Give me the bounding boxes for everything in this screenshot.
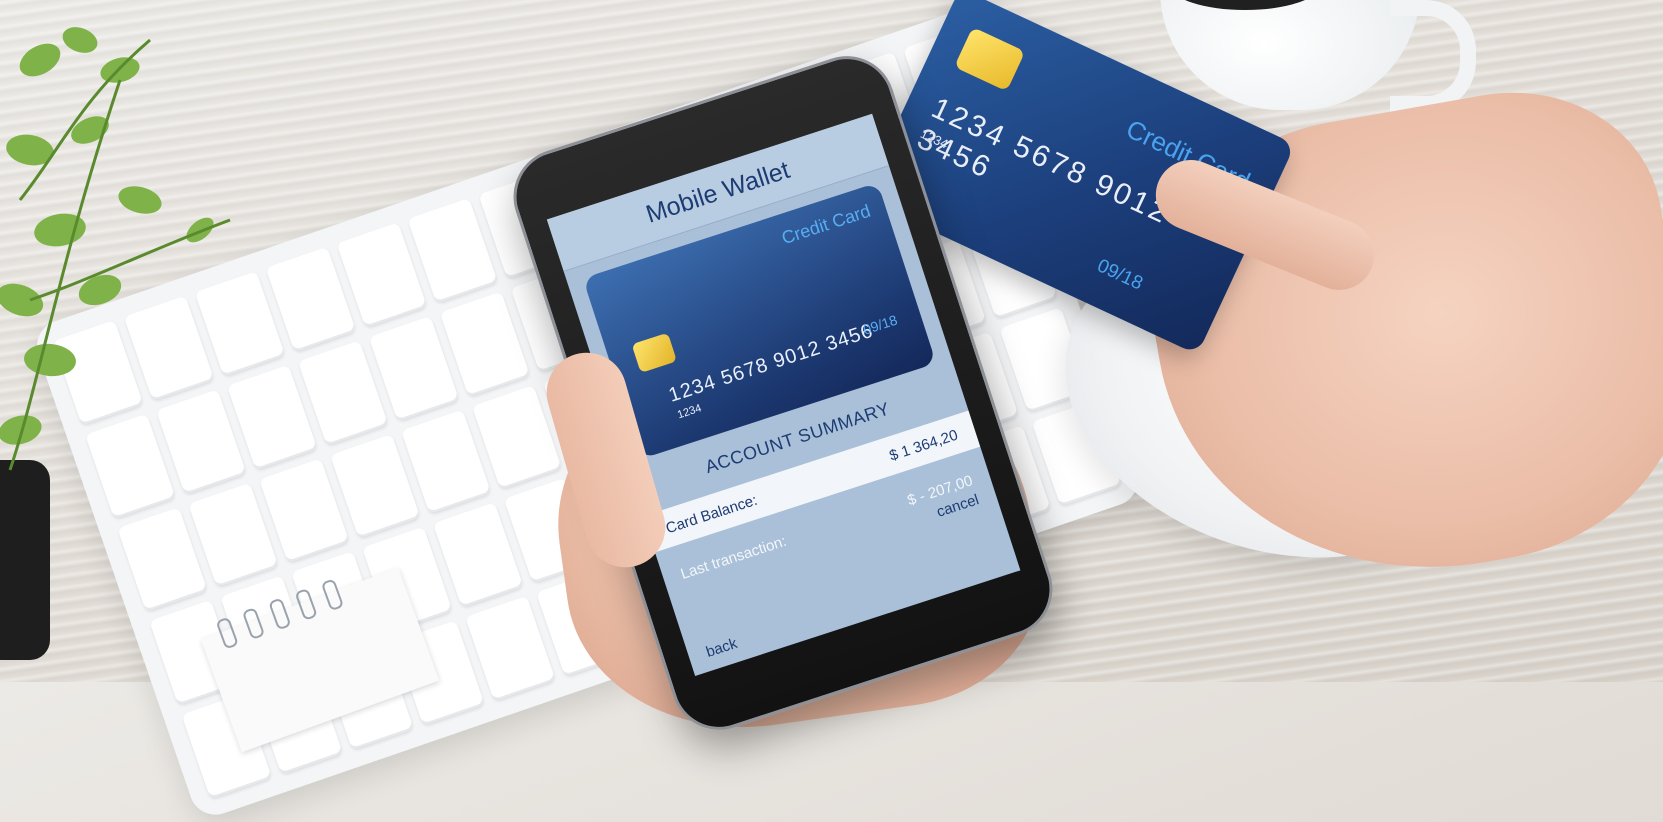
wallet-card-number: 1234 5678 9012 3456 [666, 319, 877, 407]
last-transaction-label: Last transaction: [678, 532, 789, 583]
card-expiry: 09/18 [1093, 255, 1146, 295]
keyboard-key [407, 198, 498, 304]
wallet-card-brand: Credit Card [779, 200, 873, 249]
keyboard-key [432, 502, 524, 608]
back-button[interactable]: back [704, 635, 739, 661]
keyboard-key [368, 315, 459, 421]
card-chip-icon [631, 332, 677, 373]
keyboard-key [336, 222, 427, 328]
keyboard-key [400, 409, 491, 515]
card-balance-value: $ 1 364,20 [887, 426, 960, 465]
keyboard-key [439, 291, 530, 397]
plant-icon [0, 27, 231, 471]
card-chip-icon [954, 27, 1026, 92]
wallet-card-expiry: 09/18 [860, 311, 900, 338]
keyboard-key [464, 596, 556, 702]
mug-handle [1390, 0, 1476, 112]
card-balance-label: Card Balance: [663, 491, 760, 537]
